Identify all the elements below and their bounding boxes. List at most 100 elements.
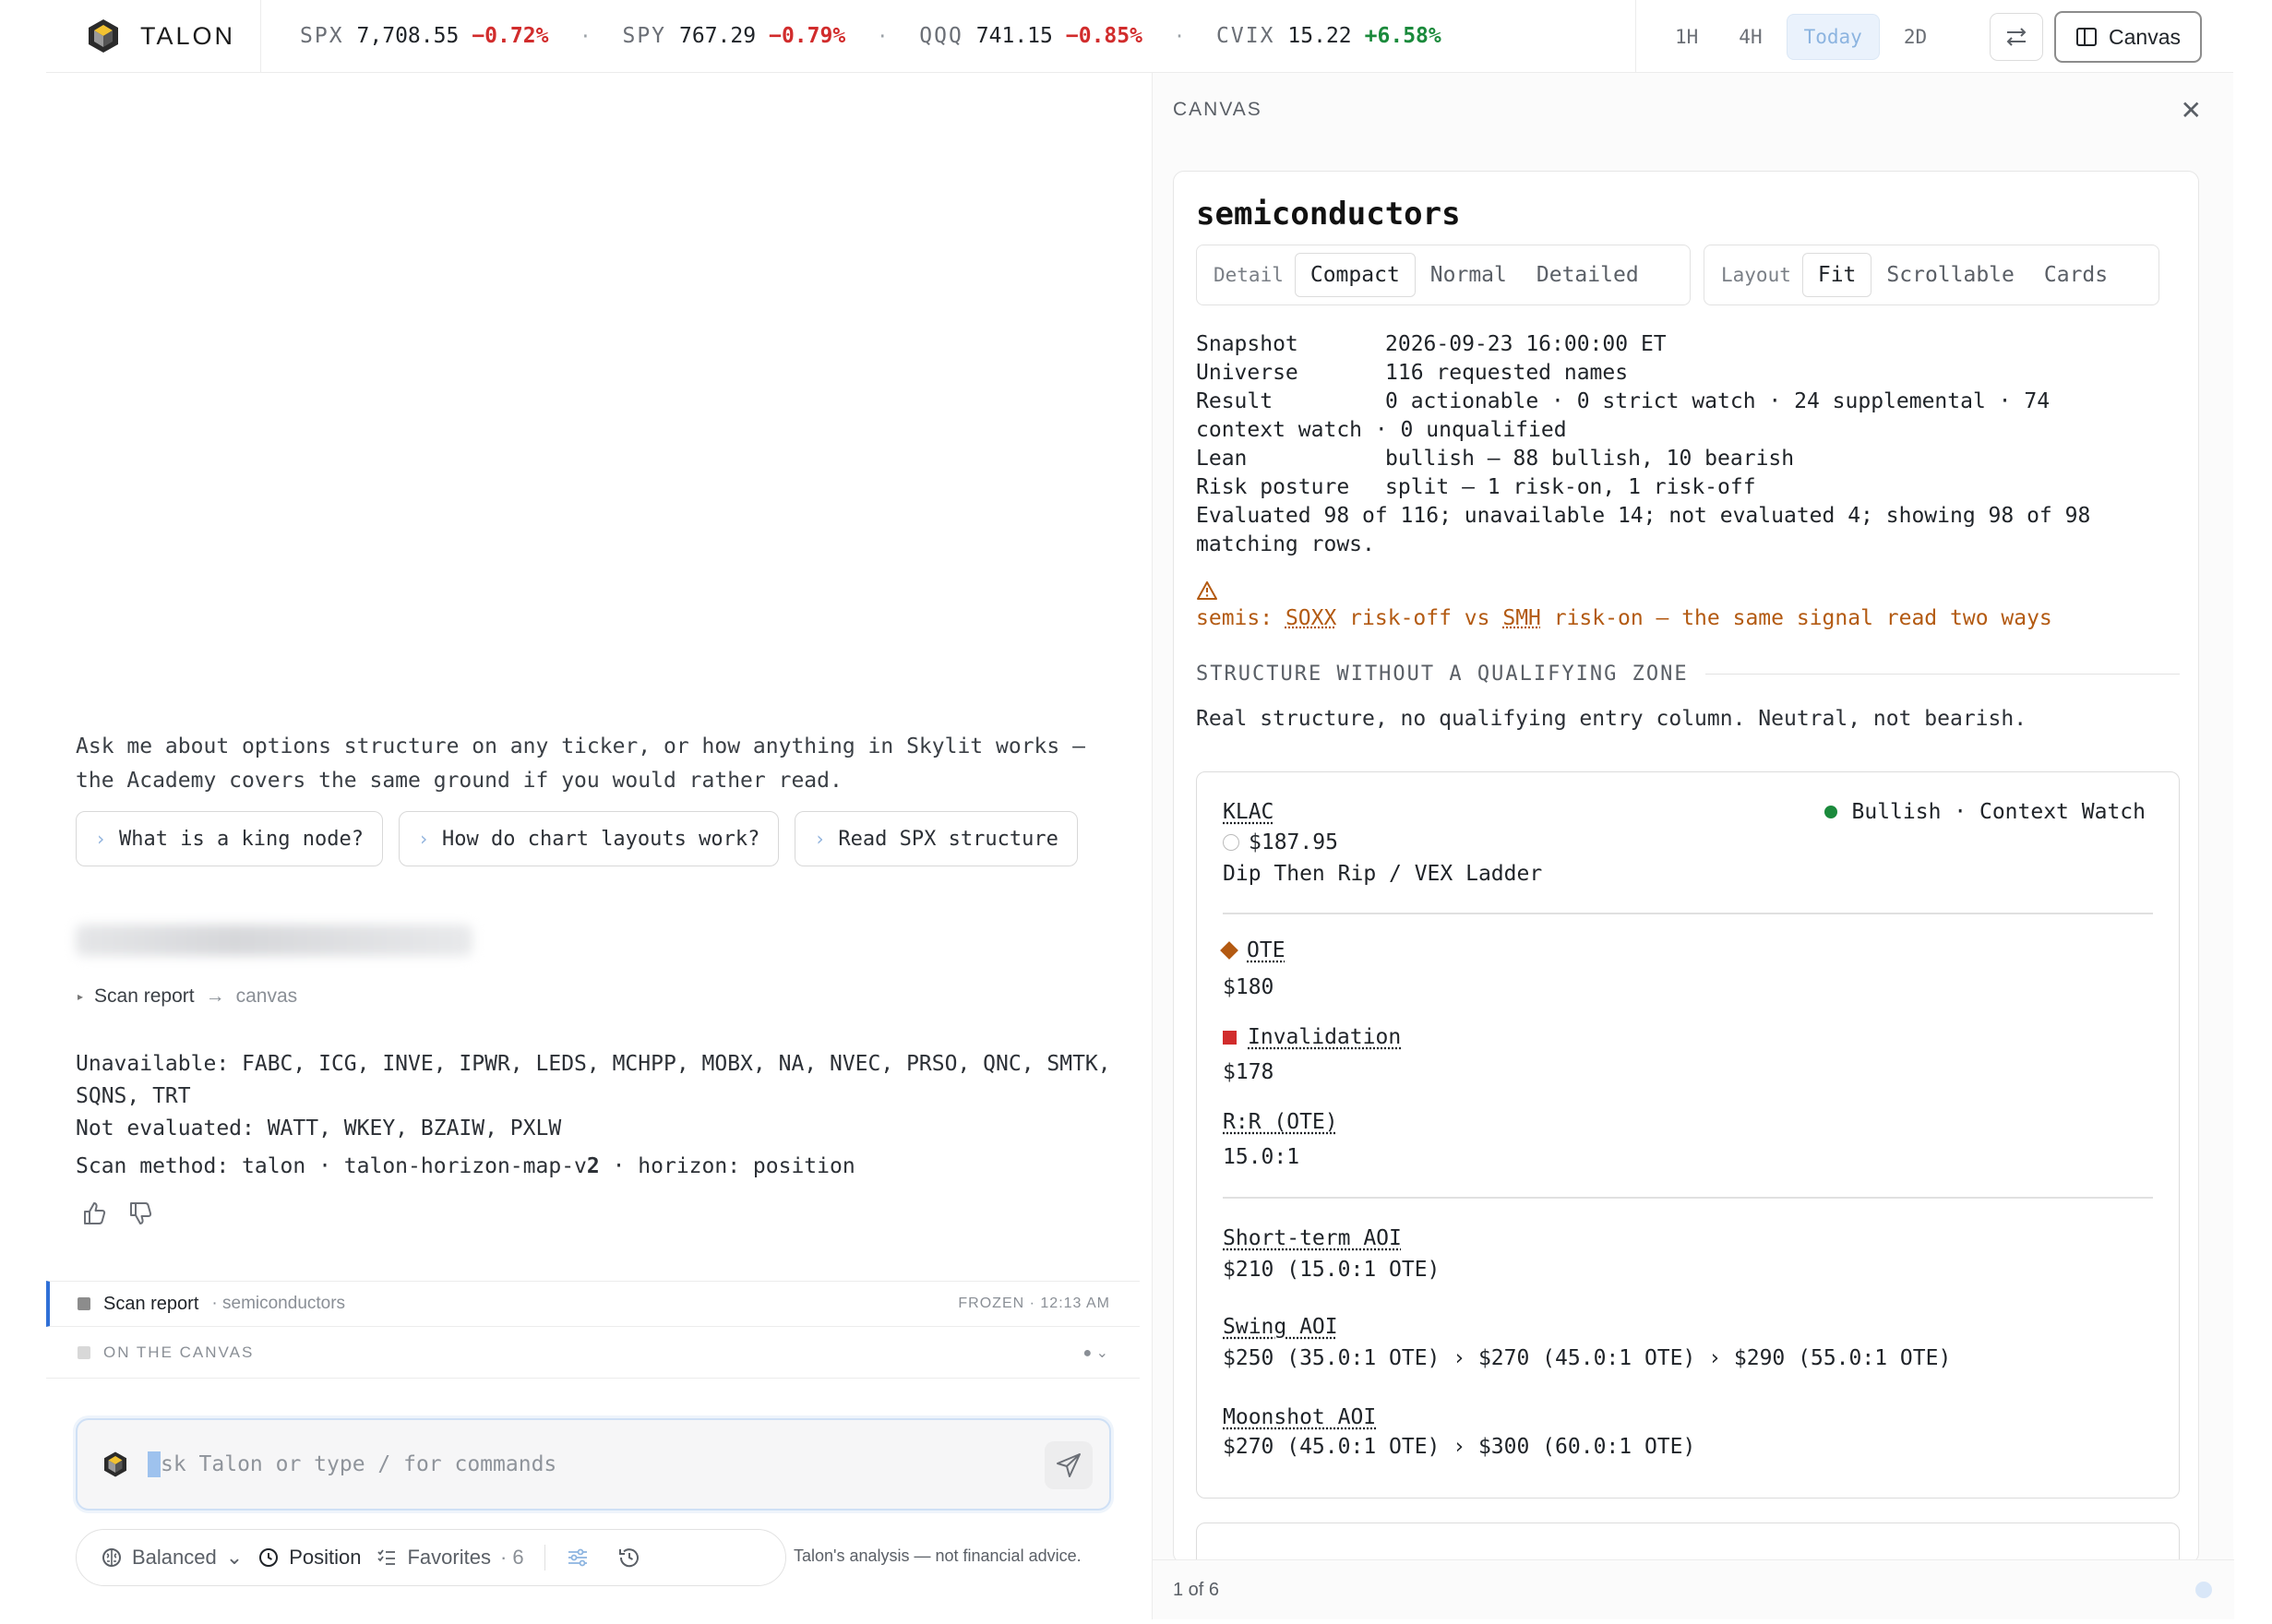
chat-pane: Ask me about options structure on any ti… — [46, 73, 1140, 1619]
suggestion-chip[interactable]: › What is a king node? — [76, 811, 383, 866]
favorites-label: Favorites — [407, 1546, 491, 1569]
chevron-down-icon: ⌄ — [225, 1546, 244, 1569]
suggestion-chip[interactable]: › Read SPX structure — [795, 811, 1078, 866]
message-composer[interactable]: sk Talon or type / for commands — [76, 1418, 1111, 1511]
unavailable-list: Unavailable: FABC, ICG, INVE, IPWR, LEDS… — [76, 1052, 1111, 1108]
summary-result-continued: context watch · 0 unqualified — [1196, 418, 1567, 442]
ticker-qqq[interactable]: QQQ 741.15 −0.85% — [919, 24, 1142, 48]
brand[interactable]: TALON — [46, 0, 261, 73]
chevron-right-icon: › — [417, 828, 429, 850]
summary-value: 2026-09-23 16:00:00 ET — [1385, 332, 1667, 356]
talon-logo-icon — [104, 1451, 126, 1477]
tab-2d[interactable]: 2D — [1887, 15, 1943, 59]
card-status-label: Bullish · Context Watch — [1851, 800, 2146, 824]
invalidation-label[interactable]: Invalidation — [1248, 1025, 1401, 1049]
caret-right-icon: ▸ — [78, 990, 84, 1003]
horizon-selector[interactable]: Position — [257, 1546, 361, 1570]
scan-summary: Snapshot 2026-09-23 16:00:00 ET Universe 1… — [1196, 330, 2183, 559]
summary-row-snapshot: Snapshot 2026-09-23 16:00:00 ET — [1196, 330, 2183, 359]
short-term-aoi-label[interactable]: Short-term AOI — [1223, 1226, 1402, 1250]
moonshot-aoi-label[interactable]: Moonshot AOI — [1223, 1405, 1376, 1429]
warning-ticker-smh[interactable]: SMH — [1502, 606, 1541, 630]
ote-label-row: OTE — [1220, 938, 1285, 962]
price-ring-icon — [1223, 834, 1239, 851]
scan-toggle-target: canvas — [235, 985, 298, 1007]
layout-label: Layout — [1721, 264, 1791, 286]
canvas-toggle-button[interactable]: Canvas — [2054, 11, 2202, 63]
ticker-price: 741.15 — [975, 24, 1053, 48]
bullish-dot-icon — [1824, 806, 1837, 818]
layout-option-scrollable[interactable]: Scrollable — [1871, 254, 2028, 296]
tab-today[interactable]: Today — [1786, 13, 1880, 60]
summary-value: split — 1 risk-on, 1 risk-off — [1385, 475, 1756, 499]
artifact-status: FROZEN · 12:13 AM — [958, 1296, 1110, 1311]
section-heading: STRUCTURE WITHOUT A QUALIFYING ZONE — [1196, 663, 2180, 686]
favorites-selector[interactable]: Favorites · 6 — [376, 1546, 524, 1570]
summary-row-universe: Universe 116 requested names — [1196, 359, 2183, 388]
scan-report-toggle[interactable]: ▸ Scan report → canvas — [78, 985, 297, 1008]
artifact-sub: · semiconductors — [211, 1294, 346, 1313]
summary-value: 0 actionable · 0 strict watch · 24 suppl… — [1385, 389, 2051, 413]
swing-aoi-label[interactable]: Swing AOI — [1223, 1315, 1338, 1339]
composer-toolbar: Balanced ⌄ Position Favorites · 6 — [76, 1529, 786, 1586]
talon-logo-icon — [89, 19, 118, 53]
warning-prefix: semis: — [1196, 606, 1285, 630]
card-status: Bullish · Context Watch — [1824, 800, 2146, 824]
detail-option-compact[interactable]: Compact — [1294, 253, 1416, 297]
ticker-card[interactable]: KLAC $187.95 Dip Then Rip / VEX Ladder B… — [1196, 771, 2180, 1499]
ticker-spx[interactable]: SPX 7,708.55 −0.72% — [300, 24, 548, 48]
scan-report-artifact[interactable]: Scan report · semiconductors FROZEN · 12… — [46, 1281, 1140, 1327]
rr-label[interactable]: R:R (OTE) — [1223, 1110, 1338, 1134]
ticker-spy[interactable]: SPY 767.29 −0.79% — [622, 24, 845, 48]
ticker-symbol: QQQ — [919, 24, 963, 48]
ticker-price: 15.22 — [1287, 24, 1352, 48]
on-canvas-label: ON THE CANVAS — [103, 1343, 255, 1361]
ticker-change: −0.79% — [769, 24, 846, 48]
ticker-card-next[interactable] — [1196, 1522, 2180, 1563]
tab-1h[interactable]: 1H — [1658, 15, 1715, 59]
invalidation-label-row: Invalidation — [1223, 1025, 1401, 1049]
disclaimer-text: Talon's analysis — not financial advice. — [794, 1546, 1082, 1565]
mode-selector[interactable]: Balanced ⌄ — [101, 1546, 243, 1570]
history-icon[interactable] — [617, 1546, 641, 1570]
summary-row-lean: Lean bullish — 88 bullish, 10 bearish — [1196, 445, 2183, 473]
detail-option-normal[interactable]: Normal — [1416, 254, 1522, 296]
card-ticker[interactable]: KLAC — [1223, 800, 1274, 824]
thumbs-up-icon[interactable] — [81, 1200, 107, 1226]
summary-value: bullish — 88 bullish, 10 bearish — [1385, 447, 1795, 471]
detail-option-detailed[interactable]: Detailed — [1522, 254, 1654, 296]
ticker-cvix[interactable]: CVIX 15.22 +6.58% — [1216, 24, 1441, 48]
thumbs-down-icon[interactable] — [127, 1200, 153, 1226]
sliders-icon[interactable] — [566, 1546, 590, 1569]
close-icon[interactable]: ✕ — [2181, 95, 2202, 125]
canvas-pane: CANVAS ✕ semiconductors Detail Compact N… — [1152, 73, 2234, 1619]
diamond-icon — [1220, 941, 1238, 960]
composer-placeholder[interactable]: sk Talon or type / for commands — [161, 1452, 556, 1476]
layout-option-fit[interactable]: Fit — [1801, 253, 1872, 297]
summary-evaluated-continued: matching rows. — [1196, 532, 1375, 556]
layout-option-cards[interactable]: Cards — [2029, 254, 2123, 296]
ticker-symbol: CVIX — [1216, 24, 1275, 48]
chevron-right-icon: › — [95, 828, 107, 850]
summary-evaluated: Evaluated 98 of 116; unavailable 14; not… — [1196, 504, 2091, 528]
ticker-price: 7,708.55 — [356, 24, 460, 48]
suggestion-chips: › What is a king node? › How do chart la… — [76, 811, 1078, 866]
canvas-square-icon — [78, 1345, 90, 1359]
ticker-price: 767.29 — [679, 24, 757, 48]
expand-indicator-icon[interactable]: ● ⌄ — [1082, 1343, 1108, 1362]
warning-ticker-soxx[interactable]: SOXX — [1285, 606, 1336, 630]
detail-label: Detail — [1214, 264, 1284, 286]
on-canvas-row[interactable]: ON THE CANVAS ● ⌄ — [46, 1327, 1140, 1379]
suggestion-label: Read SPX structure — [838, 827, 1058, 851]
card-divider — [1223, 913, 2153, 914]
tab-4h[interactable]: 4H — [1722, 15, 1778, 59]
summary-key: Universe — [1196, 361, 1298, 385]
suggestion-label: What is a king node? — [119, 827, 364, 851]
suggestion-chip[interactable]: › How do chart layouts work? — [398, 811, 780, 866]
send-button[interactable] — [1045, 1441, 1093, 1489]
section-title: STRUCTURE WITHOUT A QUALIFYING ZONE — [1196, 663, 1689, 686]
swap-panels-button[interactable] — [1990, 13, 2043, 61]
status-dot-icon — [2195, 1582, 2212, 1598]
canvas-header: CANVAS — [1173, 99, 1262, 120]
ote-label[interactable]: OTE — [1247, 938, 1285, 962]
